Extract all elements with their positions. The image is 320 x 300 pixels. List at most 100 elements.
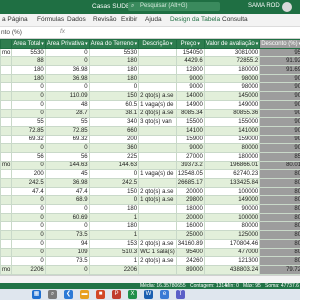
table-cell[interactable]: 1 vaga(s) de <box>138 99 177 110</box>
table-cell[interactable]: 47.4 <box>44 186 90 197</box>
tab-query[interactable]: Consulta <box>222 16 248 23</box>
table-cell[interactable]: 0 <box>11 108 46 119</box>
table-cell[interactable]: 90 <box>259 108 300 119</box>
table-cell[interactable]: 1 qto(s) a.se <box>138 195 177 206</box>
table-cell[interactable]: 80 <box>259 204 300 214</box>
table-cell[interactable]: 90 <box>259 143 300 153</box>
table-cell[interactable]: 2206 <box>11 264 46 275</box>
table-cell[interactable]: 660 <box>88 125 140 136</box>
table-cell[interactable] <box>0 238 13 249</box>
table-cell[interactable] <box>138 264 177 275</box>
table-cell[interactable]: 0 <box>88 195 140 206</box>
table-cell[interactable]: 1 vaga(s) de <box>138 169 177 179</box>
column-header[interactable]: Preço <box>175 39 205 49</box>
table-cell[interactable]: 2 qto(s) a.se <box>138 108 177 119</box>
table-cell[interactable]: 73.5 <box>44 256 90 266</box>
table-cell[interactable]: 20000 <box>175 212 205 223</box>
column-header[interactable]: Valor de avaliação <box>203 39 261 49</box>
tab-data[interactable]: Dados <box>67 16 86 23</box>
table-cell[interactable] <box>0 186 13 197</box>
table-cell[interactable] <box>138 143 177 153</box>
table-cell[interactable]: 91.69 <box>259 65 300 75</box>
table-cell[interactable] <box>138 212 177 223</box>
table-cell[interactable]: 180 <box>88 73 140 84</box>
table-cell[interactable]: 89000 <box>175 264 205 275</box>
column-header[interactable]: Área Privativa <box>44 39 90 49</box>
table-cell[interactable]: 29800 <box>175 195 205 206</box>
table-cell[interactable] <box>0 212 13 223</box>
table-cell[interactable]: 80 <box>259 238 300 249</box>
table-cell[interactable]: 28.7 <box>44 108 90 119</box>
table-cell[interactable]: 8085.34 <box>175 108 205 119</box>
table-cell[interactable] <box>0 108 13 119</box>
table-cell[interactable]: 0 <box>44 143 90 153</box>
table-cell[interactable]: mo <box>0 264 13 275</box>
table-cell[interactable]: 94 <box>44 238 90 249</box>
table-cell[interactable]: 90 <box>259 117 300 127</box>
table-cell[interactable]: 80 <box>259 256 300 266</box>
table-cell[interactable]: mo <box>0 47 13 58</box>
name-box[interactable]: nto (%) <box>1 29 22 36</box>
table-cell[interactable] <box>138 160 177 171</box>
table-cell[interactable]: 62740.23 <box>203 169 261 179</box>
table-cell[interactable] <box>0 91 13 101</box>
table-cell[interactable] <box>138 204 177 214</box>
table-cell[interactable] <box>0 125 13 136</box>
table-cell[interactable]: 36.98 <box>44 178 90 188</box>
table-cell[interactable] <box>0 134 13 145</box>
user-name[interactable]: SAMA ROD <box>248 3 280 9</box>
table-cell[interactable]: 88 <box>11 56 46 67</box>
table-cell[interactable]: 72855.2 <box>203 56 261 67</box>
vscode-icon[interactable]: ❮ <box>64 290 73 299</box>
table-cell[interactable]: 14100 <box>175 125 205 136</box>
tab-formulas[interactable]: Fórmulas <box>37 16 64 23</box>
spreadsheet-grid[interactable]: Area TotalÁrea PrivativaÁrea do TerrenoD… <box>0 39 300 284</box>
table-cell[interactable]: 47.4 <box>11 186 46 197</box>
table-cell[interactable]: 100000 <box>203 186 261 197</box>
column-header[interactable]: Descrição <box>138 39 177 49</box>
table-cell[interactable]: 141000 <box>203 125 261 136</box>
table-cell[interactable]: 3081000 <box>203 47 261 58</box>
table-cell[interactable] <box>0 143 13 153</box>
table-cell[interactable] <box>138 82 177 93</box>
table-cell[interactable]: 9000 <box>175 82 205 93</box>
avatar[interactable] <box>282 2 292 12</box>
table-cell[interactable]: 149000 <box>203 195 261 206</box>
table-cell[interactable]: 150 <box>88 91 140 101</box>
table-cell[interactable]: 36.98 <box>44 73 90 84</box>
table-cell[interactable] <box>138 73 177 84</box>
table-cell[interactable]: 73.5 <box>44 230 90 240</box>
table-cell[interactable]: 438803.24 <box>203 264 261 275</box>
table-cell[interactable]: 91.92 <box>259 56 300 67</box>
table-cell[interactable]: 180 <box>88 65 140 75</box>
table-cell[interactable] <box>138 47 177 58</box>
table-cell[interactable] <box>0 169 13 179</box>
table-cell[interactable]: 68.9 <box>44 195 90 206</box>
table-cell[interactable]: 200 <box>11 169 46 179</box>
table-cell[interactable]: 121300 <box>203 256 261 266</box>
table-cell[interactable]: 159000 <box>203 134 261 145</box>
table-cell[interactable]: 15500 <box>175 117 205 127</box>
table-cell[interactable]: 16000 <box>175 221 205 232</box>
table-cell[interactable]: 98000 <box>203 73 261 84</box>
table-cell[interactable]: 0 <box>44 264 90 275</box>
table-cell[interactable]: 80 <box>259 195 300 206</box>
table-cell[interactable] <box>0 178 13 188</box>
table-cell[interactable]: 80 <box>259 247 300 258</box>
table-cell[interactable]: 0 <box>11 195 46 206</box>
table-cell[interactable]: 90 <box>259 73 300 84</box>
table-cell[interactable]: 2 qto(s) a.se <box>138 238 177 249</box>
browser-icon[interactable]: e <box>160 290 169 299</box>
word-icon[interactable]: W <box>144 290 153 299</box>
table-cell[interactable]: 90 <box>259 125 300 136</box>
search-box[interactable]: ⌕ Pesquisar (Alt+G) <box>128 2 220 11</box>
table-cell[interactable]: 80000 <box>203 221 261 232</box>
table-cell[interactable]: 100000 <box>203 212 261 223</box>
table-cell[interactable]: 20000 <box>175 186 205 197</box>
table-cell[interactable]: 27000 <box>175 151 205 162</box>
table-cell[interactable]: 80 <box>259 221 300 232</box>
table-cell[interactable] <box>0 117 13 127</box>
table-cell[interactable]: 26685.17 <box>175 178 205 188</box>
table-cell[interactable]: 133425.84 <box>203 178 261 188</box>
table-cell[interactable]: 85 <box>259 151 300 162</box>
